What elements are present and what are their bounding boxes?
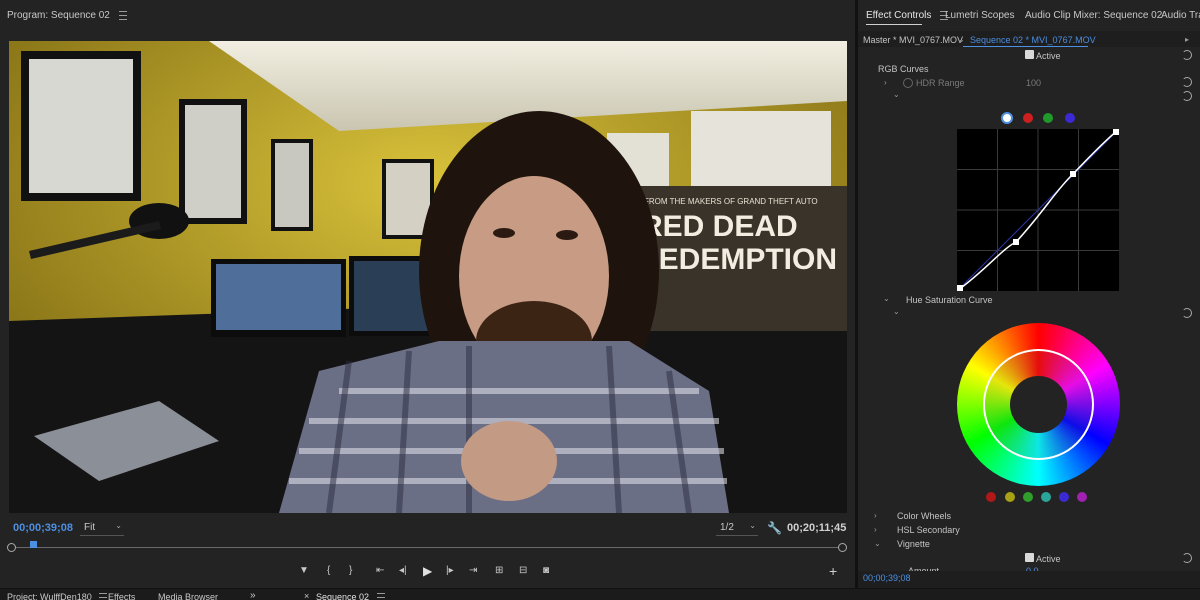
effect-controls-timecode[interactable]: 00;00;39;08 — [863, 573, 911, 583]
chevron-down-icon[interactable]: ⌄ — [958, 35, 965, 44]
chevron-down-icon[interactable]: ⌄ — [893, 307, 900, 316]
sequence-clip-underline — [963, 46, 1088, 47]
chevron-down-icon[interactable]: ⌄ — [874, 539, 881, 548]
poster-top-text: FROM THE MAKERS OF GRAND THEFT AUTO — [644, 197, 818, 206]
tab-effect-controls-label: Effect Controls — [866, 10, 932, 21]
program-monitor-panel: Program: Sequence 02 FROM THE MAKERS OF … — [0, 0, 857, 588]
luma-channel-dot[interactable] — [1001, 112, 1013, 124]
playhead[interactable] — [30, 541, 37, 548]
transport-controls: ▼ { } ⇤ ◂| ▶ |▸ ⇥ ⊞ ⊟ ◙ — [299, 564, 559, 579]
ruler-start-handle[interactable] — [7, 543, 16, 552]
reset-icon[interactable] — [1182, 308, 1192, 318]
curve-point[interactable] — [1070, 171, 1076, 177]
step-forward-icon[interactable]: |▸ — [446, 565, 454, 576]
active-tab-underline — [866, 24, 922, 25]
step-back-icon[interactable]: ◂| — [399, 565, 407, 576]
tab-effect-controls[interactable]: Effect Controls — [866, 10, 949, 21]
chevron-right-icon[interactable]: ▸ — [1185, 35, 1189, 44]
reset-icon[interactable] — [1182, 91, 1192, 101]
ruler-track — [11, 547, 844, 548]
tab-audio-track[interactable]: Audio Trac — [1161, 10, 1200, 21]
chevron-right-icon[interactable]: › — [884, 78, 887, 87]
red-channel-dot[interactable] — [1023, 113, 1033, 123]
chevron-down-icon[interactable]: ⌄ — [883, 294, 890, 303]
chevron-down-icon: ⌄ — [115, 521, 122, 530]
blue-channel-dot[interactable] — [1065, 113, 1075, 123]
ruler-end-handle[interactable] — [838, 543, 847, 552]
go-to-out-icon[interactable]: ⇥ — [469, 565, 477, 576]
fit-dropdown[interactable]: Fit ⌄ — [80, 521, 124, 536]
hue-wheel-center — [1010, 376, 1067, 433]
color-wheels-section[interactable]: Color Wheels — [897, 511, 951, 521]
export-frame-icon[interactable]: ◙ — [543, 565, 549, 576]
blue-hue-dot[interactable] — [1059, 492, 1069, 502]
mark-in-icon[interactable]: { — [327, 565, 330, 576]
curve-svg — [956, 128, 1120, 292]
hdr-range-value[interactable]: 100 — [1026, 78, 1041, 88]
effect-controls-panel: Effect Controls Lumetri Scopes Audio Cli… — [858, 0, 1200, 588]
chevron-right-icon[interactable]: › — [874, 511, 877, 520]
marker-icon[interactable]: ▼ — [299, 565, 309, 576]
vignette-active-label: Active — [1036, 554, 1061, 564]
total-duration-timecode: 00;20;11;45 — [787, 522, 847, 534]
cyan-hue-dot[interactable] — [1041, 492, 1051, 502]
play-icon[interactable]: ▶ — [423, 564, 432, 578]
settings-wrench-icon[interactable]: 🔧 — [767, 521, 782, 535]
stopwatch-icon[interactable] — [903, 78, 913, 88]
resolution-dropdown[interactable]: 1/2 ⌄ — [716, 521, 758, 536]
curve-point[interactable] — [1113, 129, 1119, 135]
sequence-clip-label[interactable]: Sequence 02 * MVI_0767.MOV — [970, 35, 1096, 45]
green-channel-dot[interactable] — [1043, 113, 1053, 123]
program-monitor-title: Program: Sequence 02 — [7, 10, 110, 21]
fit-dropdown-label: Fit — [84, 522, 96, 533]
magenta-hue-dot[interactable] — [1077, 492, 1087, 502]
tab-audio-clip-mixer[interactable]: Audio Clip Mixer: Sequence 02 — [1025, 10, 1162, 21]
curve-point[interactable] — [957, 285, 963, 291]
poster-title-line1: RED DEAD — [641, 210, 798, 243]
chevron-down-icon[interactable]: ⌄ — [893, 90, 900, 99]
go-to-in-icon[interactable]: ⇤ — [376, 565, 384, 576]
time-ruler[interactable] — [7, 541, 847, 552]
curve-point[interactable] — [1013, 239, 1019, 245]
curve-channel-selector — [999, 111, 1089, 125]
reset-icon[interactable] — [1182, 50, 1192, 60]
yellow-hue-dot[interactable] — [1005, 492, 1015, 502]
tab-lumetri-scopes[interactable]: Lumetri Scopes — [945, 10, 1014, 21]
hue-saturation-wheel[interactable] — [957, 323, 1120, 486]
video-scene: FROM THE MAKERS OF GRAND THEFT AUTO RED … — [9, 41, 847, 513]
program-monitor-tab[interactable]: Program: Sequence 02 — [7, 10, 127, 21]
bottom-panel-bar: Project: WulffDen180 Effects Media Brows… — [0, 588, 1200, 600]
reset-icon[interactable] — [1182, 553, 1192, 563]
hue-sat-curve-label: Hue Saturation Curve — [906, 295, 993, 305]
poster-title-line2: REDEMPTION — [637, 243, 837, 276]
add-button-icon[interactable]: + — [829, 563, 837, 579]
reset-icon[interactable] — [1182, 77, 1192, 87]
vignette-section[interactable]: Vignette — [897, 539, 930, 549]
extract-icon[interactable]: ⊟ — [519, 565, 527, 576]
hdr-range-label: HDR Range — [916, 78, 965, 88]
mark-out-icon[interactable]: } — [349, 565, 352, 576]
video-frame: FROM THE MAKERS OF GRAND THEFT AUTO RED … — [9, 41, 847, 513]
hsl-secondary-section[interactable]: HSL Secondary — [897, 525, 960, 535]
panel-menu-icon[interactable] — [118, 10, 127, 20]
rgb-curves-label: RGB Curves — [878, 64, 929, 74]
red-hue-dot[interactable] — [986, 492, 996, 502]
current-timecode[interactable]: 00;00;39;08 — [13, 522, 73, 534]
chevron-right-icon[interactable]: › — [874, 525, 877, 534]
hue-color-selector — [986, 492, 1106, 504]
lift-icon[interactable]: ⊞ — [495, 565, 503, 576]
vignette-active-checkbox[interactable] — [1025, 553, 1034, 562]
rgb-curve-graph[interactable] — [956, 128, 1120, 292]
master-clip-label[interactable]: Master * MVI_0767.MOV — [863, 35, 963, 45]
resolution-dropdown-label: 1/2 — [720, 522, 734, 533]
active-label: Active — [1036, 51, 1061, 61]
green-hue-dot[interactable] — [1023, 492, 1033, 502]
chevron-down-icon: ⌄ — [749, 521, 756, 530]
active-checkbox[interactable] — [1025, 50, 1034, 59]
